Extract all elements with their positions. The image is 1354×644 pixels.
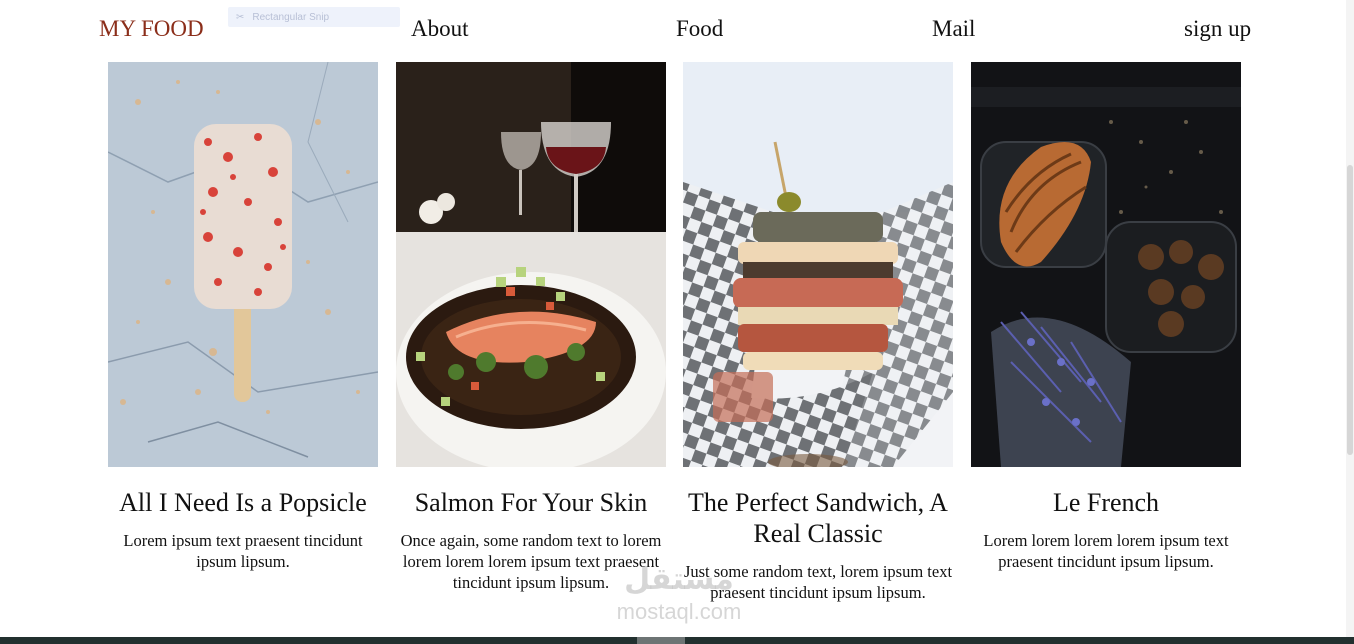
page-scrollbar[interactable] bbox=[1346, 0, 1354, 644]
popsicle-photo[interactable] bbox=[108, 62, 378, 467]
sandwich-photo[interactable] bbox=[683, 62, 953, 467]
card-description: Just some random text, lorem ipsum text … bbox=[683, 562, 953, 602]
watermark-latin: mostaql.com bbox=[616, 599, 742, 624]
food-card-popsicle[interactable]: All I Need Is a Popsicle Lorem ipsum tex… bbox=[108, 62, 378, 572]
card-title: All I Need Is a Popsicle bbox=[119, 488, 367, 517]
brand-logo-link[interactable]: MY FOOD bbox=[99, 16, 204, 42]
card-title: Salmon For Your Skin bbox=[414, 488, 648, 517]
croissant-photo[interactable] bbox=[971, 62, 1241, 467]
card-description: Lorem ipsum text praesent tincidunt ipsu… bbox=[123, 531, 363, 571]
card-description: Once again, some random text to lorem lo… bbox=[400, 531, 662, 592]
nav-mail-link[interactable]: Mail bbox=[932, 16, 975, 42]
scrollbar-thumb[interactable] bbox=[1347, 165, 1353, 455]
card-description: Lorem lorem lorem lorem ipsum text praes… bbox=[983, 531, 1229, 571]
nav-about-link[interactable]: About bbox=[411, 16, 469, 42]
card-title: The Perfect Sandwich, A Real Classic bbox=[688, 488, 948, 548]
nav-signup-link[interactable]: sign up bbox=[1184, 16, 1251, 42]
salmon-plate-photo[interactable] bbox=[396, 62, 666, 467]
card-title: Le French bbox=[1052, 488, 1160, 517]
page: { "nav": { "brand": "MY FOOD", "links": … bbox=[0, 0, 1354, 644]
top-navigation: MY FOOD About Food Mail sign up bbox=[0, 0, 1354, 60]
food-card-croissant[interactable]: Le French Lorem lorem lorem lorem ipsum … bbox=[971, 62, 1241, 572]
footer-strip-highlight bbox=[637, 637, 685, 644]
footer-strip bbox=[0, 637, 1354, 644]
nav-food-link[interactable]: Food bbox=[676, 16, 723, 42]
food-card-sandwich[interactable]: The Perfect Sandwich, A Real Classic Jus… bbox=[683, 62, 953, 603]
food-card-salmon[interactable]: Salmon For Your Skin Once again, some ra… bbox=[396, 62, 666, 593]
